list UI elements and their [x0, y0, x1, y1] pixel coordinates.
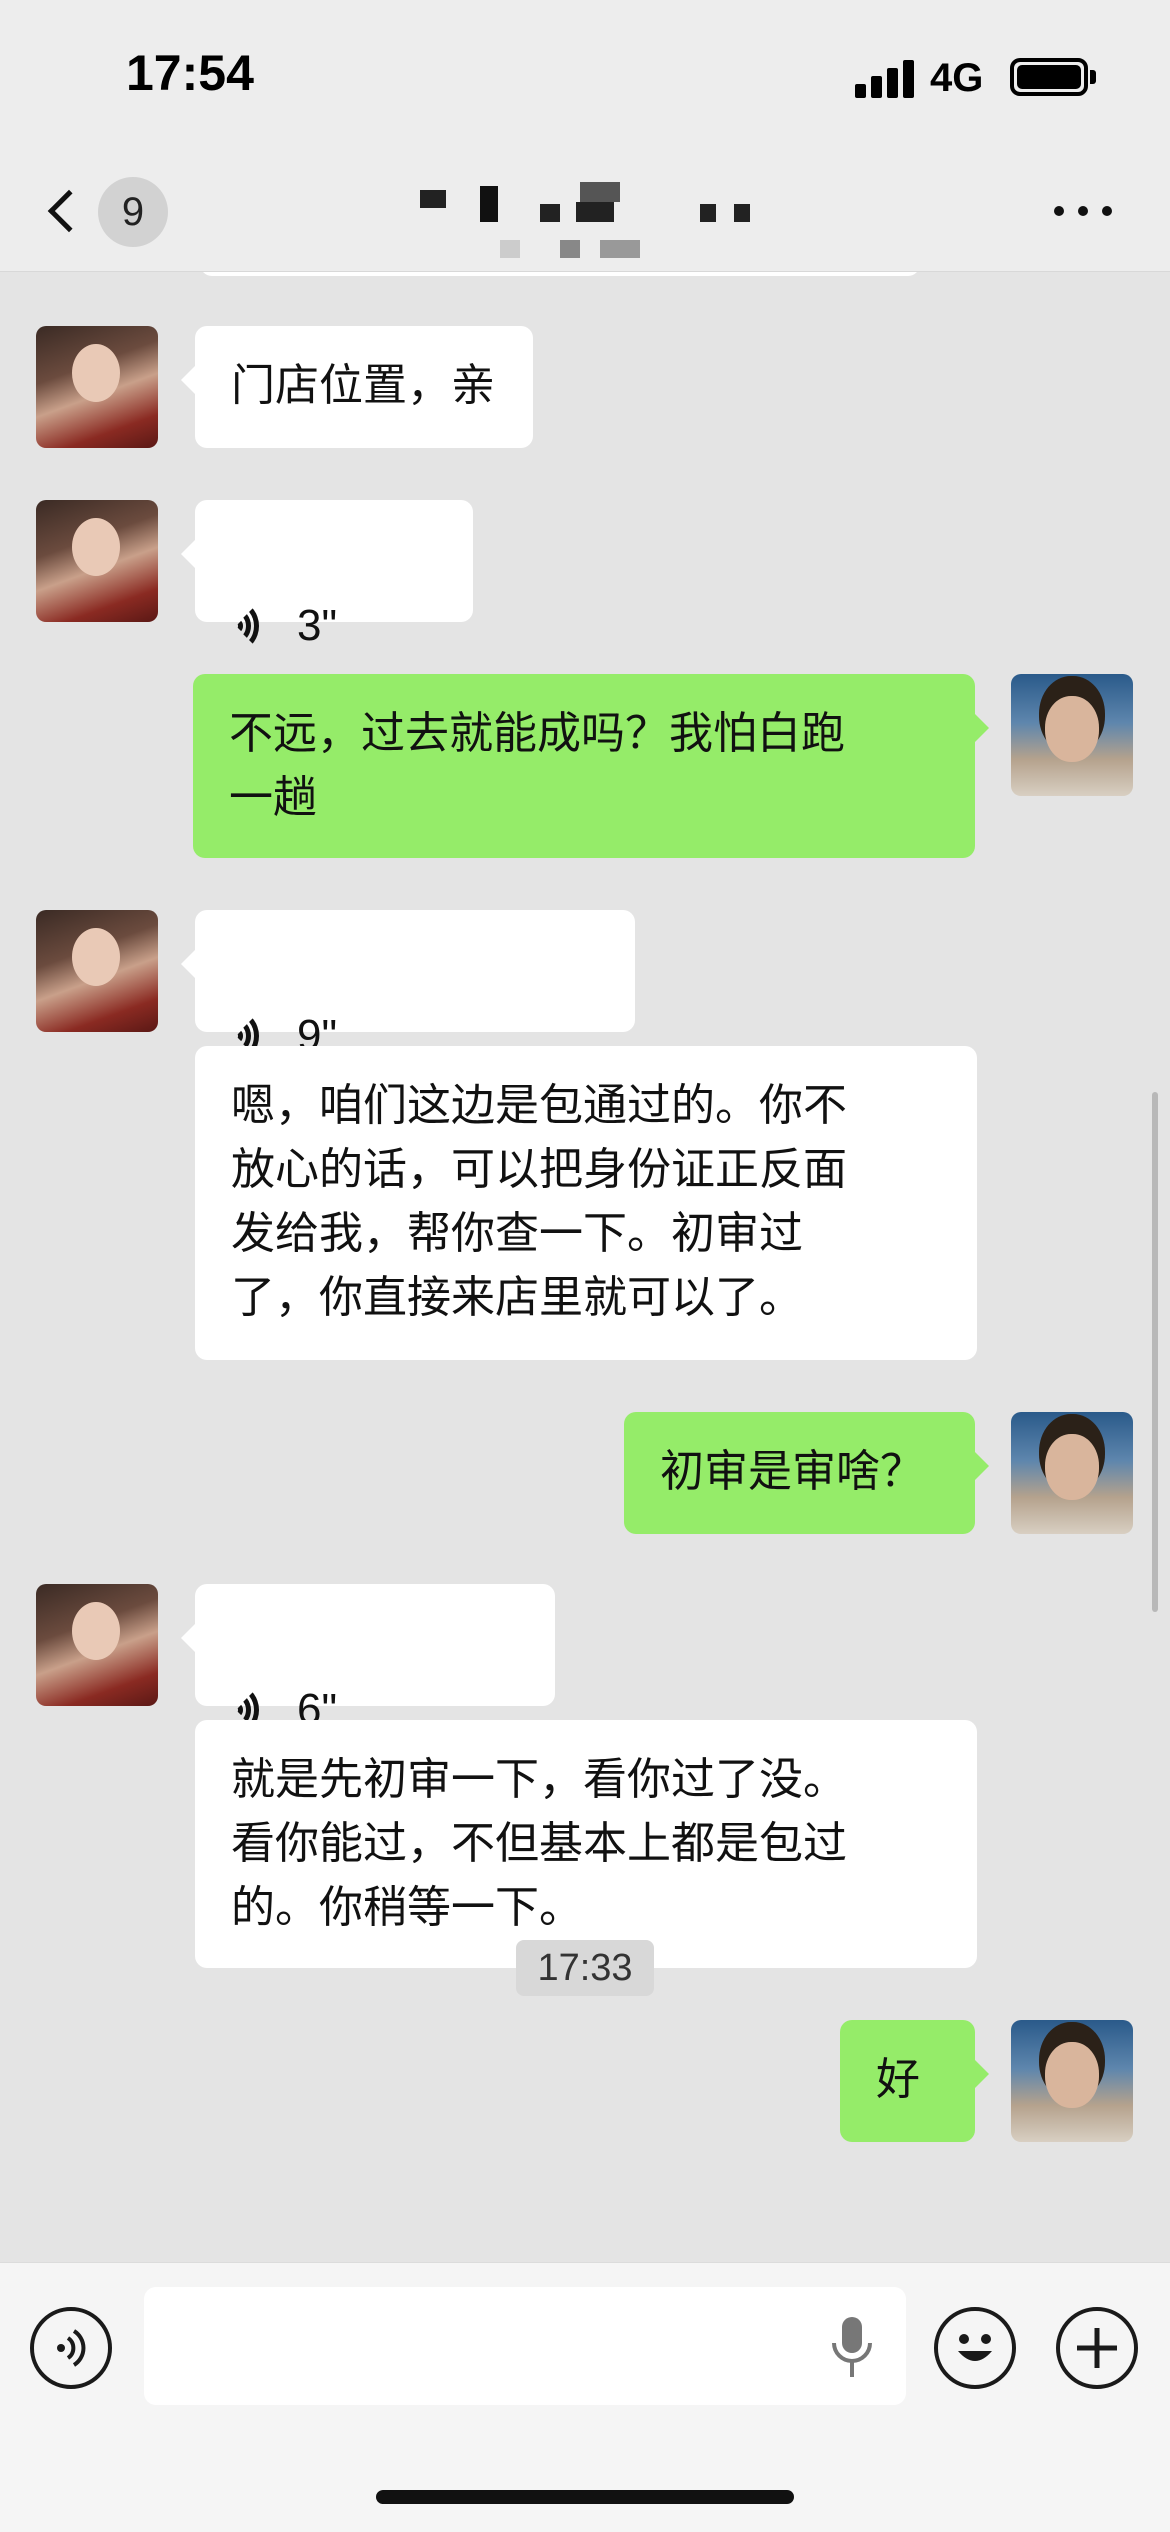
battery-icon [1010, 58, 1088, 96]
plus-button[interactable] [1056, 2307, 1138, 2389]
redacted-chat-title [400, 178, 800, 268]
emoji-icon [958, 2334, 992, 2361]
status-time: 17:54 [126, 45, 254, 101]
message-input[interactable] [144, 2287, 906, 2405]
battery-tip [1090, 70, 1096, 84]
chevron-left-icon [47, 189, 91, 233]
home-indicator[interactable] [376, 2490, 794, 2504]
incoming-voice-message[interactable]: 9" [181, 910, 635, 1060]
signal-strength-icon [855, 60, 915, 98]
contact-avatar[interactable] [36, 326, 158, 448]
voice-mode-button[interactable] [30, 2307, 112, 2389]
contact-avatar[interactable] [36, 910, 158, 1032]
more-options-button[interactable] [1050, 190, 1120, 230]
microphone-icon[interactable] [828, 2313, 876, 2385]
incoming-text-message[interactable]: 就是先初审一下，看你过了没。 看你能过，不但基本上都是包过 的。你稍等一下。 [195, 1720, 977, 1968]
voice-wave-icon [231, 602, 275, 650]
contact-avatar[interactable] [36, 1584, 158, 1706]
my-avatar[interactable] [1011, 1412, 1133, 1534]
previous-message-edge [200, 272, 920, 276]
chat-header: 9 [0, 150, 1170, 272]
incoming-voice-message[interactable]: 3" [181, 500, 473, 650]
outgoing-text-message[interactable]: 不远，过去就能成吗？我怕白跑 一趟 [193, 674, 989, 858]
outgoing-text-message[interactable]: 初审是审啥？ [624, 1412, 989, 1534]
voice-mode-icon [57, 2329, 86, 2367]
incoming-text-message[interactable]: 门店位置，亲 [181, 326, 533, 448]
back-button[interactable]: 9 [40, 172, 180, 252]
voice-duration: 3" [297, 601, 338, 650]
my-avatar[interactable] [1011, 2020, 1133, 2142]
emoji-button[interactable] [934, 2307, 1016, 2389]
incoming-text-message[interactable]: 嗯，咱们这边是包通过的。你不 放心的话，可以把身份证正反面 发给我，帮你查一下。… [195, 1046, 977, 1360]
outgoing-text-message[interactable]: 好 [840, 2020, 989, 2142]
network-type: 4G [930, 56, 984, 100]
incoming-voice-message[interactable]: 6" [181, 1584, 555, 1734]
my-avatar[interactable] [1011, 674, 1133, 796]
unread-count-badge: 9 [98, 177, 168, 247]
plus-icon [1077, 2328, 1117, 2368]
contact-avatar[interactable] [36, 500, 158, 622]
chat-scrollbar[interactable] [1152, 1092, 1158, 1612]
status-bar: 17:54 4G [0, 0, 1170, 150]
message-timestamp: 17:33 [516, 1940, 654, 1996]
